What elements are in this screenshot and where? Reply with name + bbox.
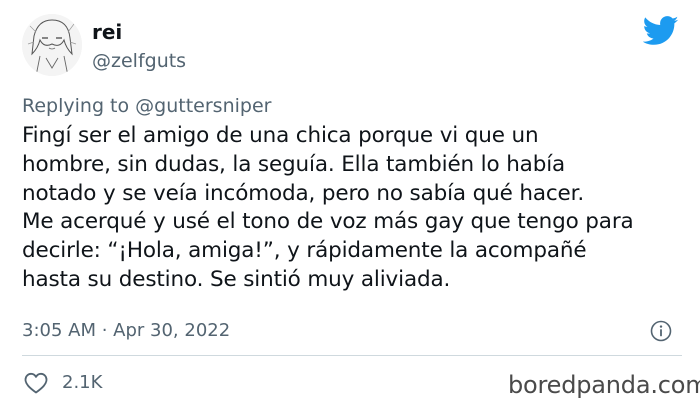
tweet-text-line: hasta su destino. Se sintió muy aliviada… <box>22 266 451 292</box>
avatar-sketch-image <box>22 14 82 76</box>
heart-icon[interactable] <box>24 372 48 394</box>
tweet-text-line: Me acerqué y usé el tono de voz más gay … <box>22 209 634 235</box>
like-count: 2.1K <box>62 372 103 393</box>
divider <box>22 355 682 356</box>
tweet-text-line: decirle: “¡Hola, amiga!”, y rápidamente … <box>22 238 587 264</box>
twitter-bird-icon[interactable] <box>643 16 679 46</box>
replying-to: Replying to @guttersniper <box>22 95 271 117</box>
tweet-text-line: hombre, sin dudas, la seguía. Ella tambi… <box>22 151 566 177</box>
reply-mention-link[interactable]: @guttersniper <box>135 95 271 117</box>
display-name[interactable]: rei <box>92 20 122 44</box>
tweet-text-line: notado y se veía incómoda, pero no sabía… <box>22 180 585 206</box>
tweet-timestamp[interactable]: 3:05 AM · Apr 30, 2022 <box>22 320 230 341</box>
replying-to-prefix: Replying to <box>22 95 130 117</box>
watermark: boredpanda.com <box>508 371 700 399</box>
tweet-text: Fingí ser el amigo de una chica porque v… <box>22 122 682 295</box>
user-handle[interactable]: @zelfguts <box>92 50 186 72</box>
tweet-text-line: Fingí ser el amigo de una chica porque v… <box>22 123 539 148</box>
avatar[interactable] <box>22 14 82 76</box>
info-icon[interactable] <box>650 320 672 342</box>
